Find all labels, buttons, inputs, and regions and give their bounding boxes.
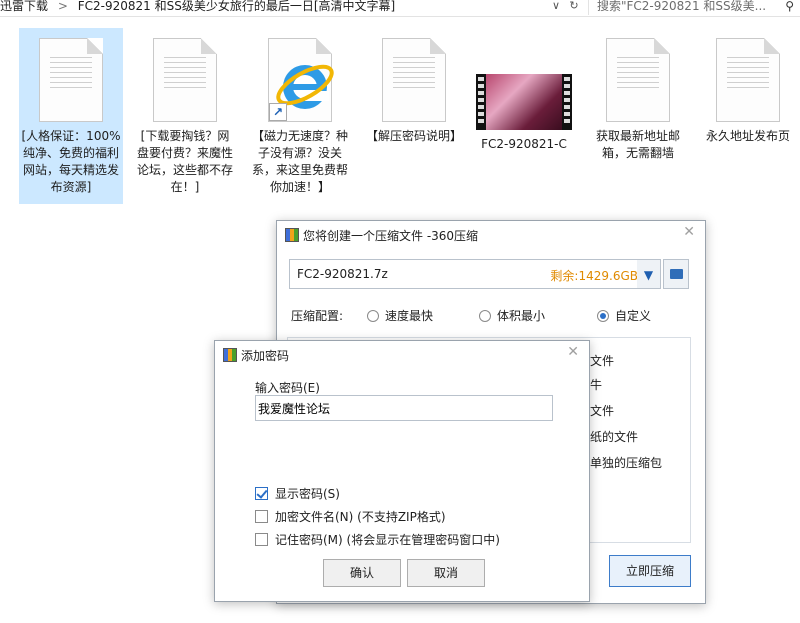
dialog-titlebar[interactable]: 添加密码 ✕ xyxy=(215,341,589,369)
option-fragment: 文件 xyxy=(590,404,615,418)
file-item[interactable]: [人格保证：100%纯净、免费的福利网站，每天精选发布资源] xyxy=(19,28,123,204)
breadcrumb-separator-icon: > xyxy=(57,0,68,13)
file-label: 永久地址发布页 xyxy=(705,129,790,143)
checkbox-label: 显示密码(S) xyxy=(275,487,340,501)
archive-filename: FC2-920821.7z xyxy=(297,267,388,281)
radio-fastest[interactable]: 速度最快 xyxy=(367,307,433,324)
text-file-icon xyxy=(606,38,670,122)
chevron-down-icon[interactable]: ▼ xyxy=(637,259,661,289)
option-fragment: 文件 xyxy=(590,354,615,368)
file-item[interactable]: [下载要掏钱？网盘要付费？来魔性论坛，这些都不存在！] xyxy=(133,28,237,196)
option-fragment: 单独的压缩包 xyxy=(590,456,663,470)
radio-smallest[interactable]: 体积最小 xyxy=(479,307,545,324)
file-item[interactable]: ↗ 【磁力无速度？种子没有源？没关系，来这里免费帮你加速！】 xyxy=(248,28,352,196)
cancel-button[interactable]: 取消 xyxy=(407,559,485,587)
breadcrumb-item-downloads[interactable]: 迅雷下载 xyxy=(0,0,48,13)
checkbox-unchecked-icon xyxy=(255,533,268,546)
radio-label: 体积最小 xyxy=(497,309,546,323)
option-fragment: 牛 xyxy=(590,378,603,392)
shortcut-arrow-icon: ↗ xyxy=(269,103,287,121)
360zip-app-icon xyxy=(285,228,299,242)
close-icon[interactable]: ✕ xyxy=(683,224,695,240)
dialog-titlebar[interactable]: 您将创建一个压缩文件 -360压缩 ✕ xyxy=(277,221,705,249)
radio-label: 速度最快 xyxy=(385,309,434,323)
encrypt-filenames-checkbox[interactable]: 加密文件名(N) (不支持ZIP格式) xyxy=(255,508,446,525)
text-file-icon xyxy=(39,38,103,122)
internet-shortcut-icon: ↗ xyxy=(268,38,334,122)
show-password-checkbox[interactable]: 显示密码(S) xyxy=(255,485,340,502)
radio-circle-icon xyxy=(367,310,379,322)
file-item[interactable]: FC2-920821-C xyxy=(472,28,576,153)
folder-icon[interactable] xyxy=(663,259,689,289)
radio-circle-icon xyxy=(479,310,491,322)
option-fragment: 纸的文件 xyxy=(590,430,639,444)
checkbox-label: 加密文件名(N) (不支持ZIP格式) xyxy=(275,510,446,524)
refresh-icon[interactable]: ↻ xyxy=(566,0,582,14)
free-space-label: 剩余:1429.6GB xyxy=(550,269,638,283)
password-input[interactable] xyxy=(255,395,553,421)
file-label: 获取最新地址邮箱，无需翻墙 xyxy=(595,129,680,160)
ok-button[interactable]: 确认 xyxy=(323,559,401,587)
file-item[interactable]: 获取最新地址邮箱，无需翻墙 xyxy=(586,28,690,162)
search-input[interactable]: 搜索"FC2-920821 和SS级美... ⚲ xyxy=(588,0,800,15)
checkbox-checked-icon xyxy=(255,487,268,500)
close-icon[interactable]: ✕ xyxy=(567,344,579,360)
radio-selected-icon xyxy=(597,310,609,322)
radio-label: 自定义 xyxy=(615,309,652,323)
file-label: 【解压密码说明】 xyxy=(365,129,462,143)
radio-custom[interactable]: 自定义 xyxy=(597,307,651,324)
compress-now-button[interactable]: 立即压缩 xyxy=(609,555,691,587)
checkbox-unchecked-icon xyxy=(255,510,268,523)
file-item[interactable]: 【解压密码说明】 xyxy=(362,28,466,145)
breadcrumb[interactable]: 迅雷下载 > FC2-920821 和SS级美少女旅行的最后一日[高清中文字幕] xyxy=(0,0,395,15)
checkbox-label: 记住密码(M) (将会显示在管理密码窗口中) xyxy=(275,533,500,547)
config-label: 压缩配置: xyxy=(291,309,344,323)
file-label: [下载要掏钱？网盘要付费？来魔性论坛，这些都不存在！] xyxy=(136,129,233,194)
text-file-icon xyxy=(716,38,780,122)
file-label: 【磁力无速度？种子没有源？没关系，来这里免费帮你加速！】 xyxy=(251,129,348,194)
password-label: 输入密码(E) xyxy=(255,381,320,395)
search-placeholder: 搜索"FC2-920821 和SS级美... xyxy=(597,0,767,13)
remember-password-checkbox[interactable]: 记住密码(M) (将会显示在管理密码窗口中) xyxy=(255,531,500,548)
text-file-icon xyxy=(153,38,217,122)
video-thumbnail-icon xyxy=(476,74,572,130)
file-label: [人格保证：100%纯净、免费的福利网站，每天精选发布资源] xyxy=(21,129,121,194)
360zip-app-icon xyxy=(223,348,237,362)
address-bar: 迅雷下载 > FC2-920821 和SS级美少女旅行的最后一日[高清中文字幕]… xyxy=(0,0,800,17)
file-item[interactable]: 永久地址发布页 xyxy=(696,28,800,145)
search-icon[interactable]: ⚲ xyxy=(785,0,794,15)
add-password-dialog: 添加密码 ✕ 输入密码(E) 显示密码(S) 加密文件名(N) (不支持ZIP格… xyxy=(214,340,590,602)
dialog-title: 您将创建一个压缩文件 -360压缩 xyxy=(303,229,479,243)
breadcrumb-item-folder[interactable]: FC2-920821 和SS级美少女旅行的最后一日[高清中文字幕] xyxy=(78,0,395,13)
text-file-icon xyxy=(382,38,446,122)
file-label: FC2-920821-C xyxy=(481,137,567,151)
archive-filename-field[interactable]: FC2-920821.7z 剩余:1429.6GB xyxy=(289,259,647,289)
dialog-title: 添加密码 xyxy=(241,349,290,363)
chevron-down-icon[interactable]: ∨ xyxy=(548,0,564,14)
